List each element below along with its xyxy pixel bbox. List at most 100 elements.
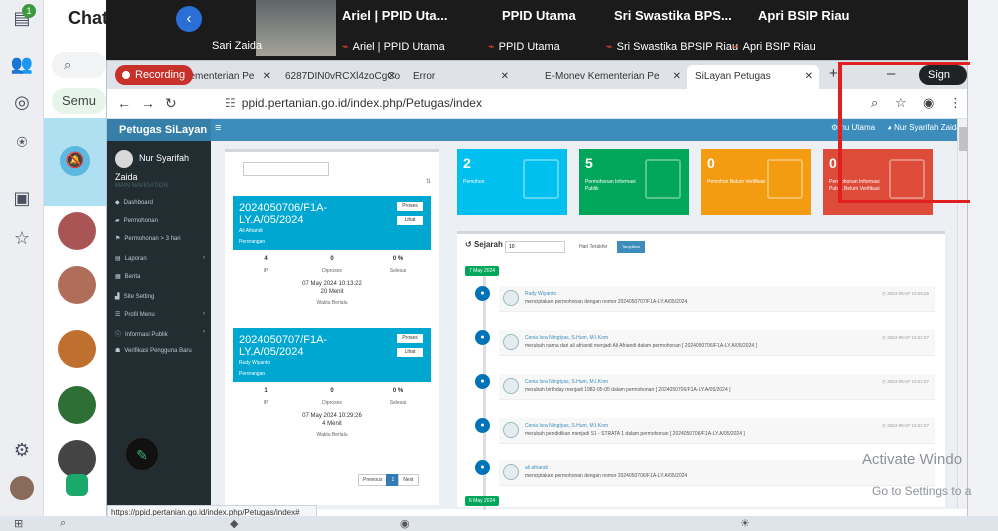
sidebar-item-permohonan[interactable]: ▰ Permohonan (115, 217, 205, 224)
actor: Cenia Isra Ningtyas, S.Hum, M.I.Kom (525, 335, 609, 341)
proses-button[interactable]: Proses (397, 334, 423, 343)
lihat-button[interactable]: Lihat (397, 348, 423, 357)
more-menu-icon[interactable]: ⋮ (949, 95, 962, 111)
avatar[interactable] (58, 386, 96, 424)
tab[interactable]: 6287DIN0vRCXl4zoCgCo ✕ (277, 65, 402, 89)
sidebar-item-site-setting[interactable]: ▟ Site Setting (115, 293, 205, 300)
users-icon: ☗ (115, 348, 121, 354)
activation-watermark-sub: Go to Settings to a (872, 484, 972, 498)
sidebar-item-berita[interactable]: ▦ Berita (115, 273, 205, 280)
days-input[interactable]: 10 (505, 241, 565, 253)
sign-in-button[interactable]: Sign in (919, 65, 967, 101)
show-button[interactable]: Tampilkan (617, 241, 645, 253)
profile-avatar[interactable] (10, 476, 34, 500)
next-button[interactable]: Next (398, 474, 419, 486)
people-icon[interactable]: 👥 (10, 52, 34, 76)
stat-box-pemohon[interactable]: 2 Pemohon (457, 149, 567, 215)
mic-off-icon: ⌁ (732, 41, 739, 53)
back-icon[interactable]: ← (117, 95, 131, 111)
recording-indicator[interactable]: Recording (115, 65, 194, 85)
avatar[interactable] (58, 440, 96, 478)
close-icon[interactable]: ✕ (805, 65, 813, 89)
tile-name: Ariel | PPID Uta... (342, 8, 448, 23)
tile-name: PPID Utama (502, 8, 576, 23)
header-user[interactable]: ◕ Nur Syarifah Zaida (887, 123, 961, 132)
pen-icon[interactable]: ✎ (125, 437, 159, 471)
teams-icon[interactable]: ◎ (10, 90, 34, 114)
avatar[interactable] (58, 266, 96, 304)
sidebar-item-permohonan-3hari[interactable]: ⚑ Permohonan > 3 hari (115, 235, 205, 242)
back-icon[interactable]: ‹ (176, 6, 202, 32)
mic-off-icon: ⌁ (342, 41, 349, 53)
lihat-button[interactable]: Lihat (397, 216, 423, 225)
requester-name: Rudy Wiyanto (239, 360, 271, 366)
profile-icon[interactable]: ◉ (923, 95, 934, 111)
avatar[interactable] (58, 212, 96, 250)
close-icon[interactable]: ✕ (263, 65, 271, 89)
bookmark-star-icon[interactable]: ☆ (895, 95, 907, 111)
close-icon[interactable]: ✕ (388, 65, 396, 89)
timeline-dot-icon: ● (475, 286, 490, 301)
search-icon[interactable]: ⌕ (52, 52, 106, 78)
sidebar-item-verifikasi[interactable]: ☗ Verifikasi Pengguna Baru (115, 347, 205, 354)
list-icon: ☰ (115, 312, 121, 318)
elapsed-time: 4 Menit (322, 421, 342, 427)
sidebar-toggle-icon[interactable]: ≡ (215, 122, 221, 134)
gear-icon[interactable]: ⚙ (10, 438, 34, 462)
request-card[interactable]: 2024050706/F1A-LY.A/05/2024 Ali Afriandi… (233, 196, 431, 250)
search-input[interactable] (243, 162, 329, 176)
chat-title: Chat (68, 8, 108, 28)
sidebar-item-informasi-publik[interactable]: ⓘ Informasi Publik ‹ (115, 329, 205, 338)
tab[interactable]: E-Monev Kementerian Pe ✕ (537, 65, 687, 89)
site-info-icon[interactable]: ☷ (225, 96, 236, 110)
sidebar-item-laporan[interactable]: ▤ Laporan ‹ (115, 255, 205, 262)
actor: Cenia Isra Ningtyas, S.Hum, M.I.Kom (525, 423, 609, 429)
stat-ip: 1 IP (263, 388, 269, 406)
url-field[interactable]: ☷ ppid.pertanian.go.id/index.php/Petugas/… (225, 96, 482, 110)
weather-icon[interactable]: ☀ (740, 517, 750, 530)
calendar-icon[interactable]: ▣ (10, 186, 34, 210)
stat-box-pemohon-belum[interactable]: 0 Pemohon Belum Verifikasi (701, 149, 811, 215)
scroll-thumb[interactable] (959, 127, 967, 151)
new-tab-icon[interactable]: + (829, 65, 838, 82)
timeline-dot-icon: ● (475, 460, 490, 475)
brand-logo[interactable]: Petugas SiLayan (107, 119, 211, 141)
forward-icon[interactable]: → (141, 95, 155, 111)
tab-active[interactable]: SiLayan Petugas ✕ (687, 65, 819, 89)
self-name: Sari Zaida (212, 40, 263, 52)
previous-button[interactable]: Previous (358, 474, 388, 486)
elapsed-label: Waktu Berlalu (316, 300, 348, 306)
timeline-date: 7 May 2024 (465, 266, 500, 276)
whatsapp-icon[interactable] (66, 474, 88, 496)
stat-diproses: 0 Diproses (322, 388, 342, 406)
pagination: Previous 1 Next (358, 474, 419, 486)
star-icon[interactable]: ☆ (10, 226, 34, 250)
timestamp: ◷ 2024-05-07 10:21:07 (882, 379, 929, 384)
tab[interactable]: Error ✕ (405, 65, 515, 89)
action: merubah nama dari ali afriandi menjadi A… (525, 343, 757, 349)
sort-icon[interactable]: ⇅ (426, 178, 431, 185)
mute-icon[interactable]: 🔕 (60, 146, 90, 176)
stat-box-permohonan[interactable]: 5 Permohonan Informasi Publik (579, 149, 689, 215)
proses-button[interactable]: Proses (397, 202, 423, 211)
start-icon[interactable]: ⊞ (14, 517, 23, 530)
search-icon[interactable]: ⌕ (60, 517, 66, 530)
stat-ip: 4 IP (263, 256, 269, 274)
close-icon[interactable]: ✕ (673, 65, 681, 89)
avatar[interactable] (58, 330, 96, 368)
sidebar-item-profil-menu[interactable]: ☰ Profil Menu ‹ (115, 311, 205, 318)
reload-icon[interactable]: ↻ (165, 95, 177, 112)
info-icon: ⓘ (115, 332, 122, 338)
browser-icon[interactable]: ◉ (400, 517, 410, 530)
chat-filter[interactable]: Semu (52, 88, 106, 114)
chat-icon[interactable]: ⍟ (10, 130, 34, 154)
actor: Cenia Isra Ningtyas, S.Hum, M.I.Kom (525, 379, 609, 385)
minimize-icon[interactable]: – (887, 65, 895, 82)
participant-video (256, 0, 336, 56)
close-icon[interactable]: ✕ (501, 65, 509, 89)
request-card[interactable]: 2024050707/F1A-LY.A/05/2024 Rudy Wiyanto… (233, 328, 431, 382)
elapsed-label: Waktu Berlalu (316, 432, 348, 438)
zoom-icon[interactable]: ⌕ (871, 95, 878, 111)
sidebar-item-dashboard[interactable]: ◆ Dashboard (115, 199, 205, 206)
app-icon[interactable]: ◆ (230, 517, 238, 530)
